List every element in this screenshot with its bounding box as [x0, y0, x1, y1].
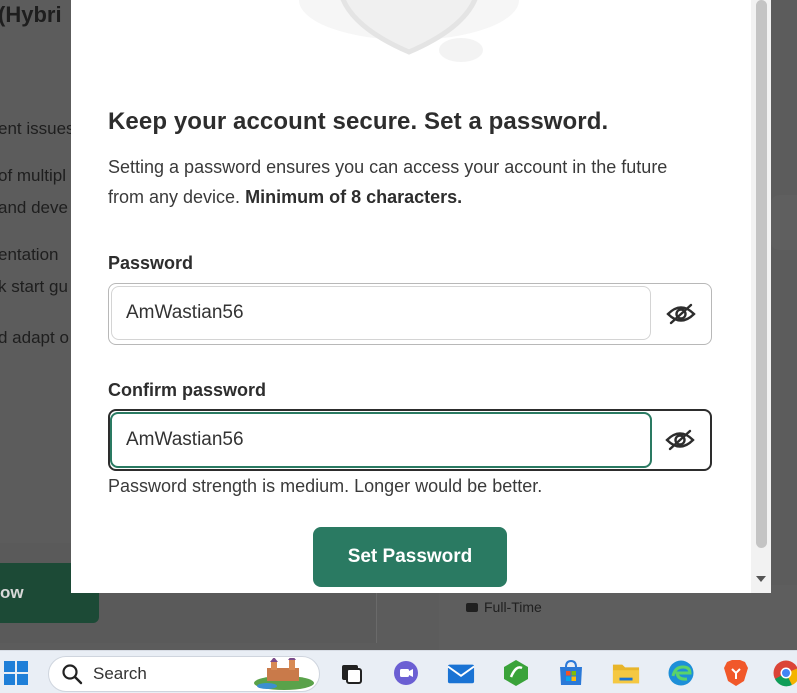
scrollbar-thumb[interactable] — [756, 0, 767, 548]
edge-icon[interactable] — [667, 659, 695, 687]
confirm-password-field-group — [108, 409, 712, 471]
modal-heading: Keep your account secure. Set a password… — [108, 108, 608, 136]
background-text-line: k start gu — [0, 277, 68, 297]
store-icon[interactable] — [557, 659, 585, 687]
background-card — [439, 585, 797, 650]
set-password-button[interactable]: Set Password — [313, 527, 507, 587]
background-apply-label: ow — [0, 583, 24, 603]
background-side-panel — [771, 195, 797, 250]
password-field-group — [108, 283, 712, 345]
shield-illustration-icon — [299, 0, 519, 70]
job-type-label: Full-Time — [484, 599, 542, 615]
eye-off-icon — [666, 302, 696, 326]
windows-start-icon[interactable] — [2, 659, 30, 687]
file-explorer-icon[interactable] — [612, 659, 640, 687]
background-text-line: entation — [0, 245, 59, 265]
background-job-title: (Hybri — [0, 2, 62, 28]
background-text-line: ent issues — [0, 119, 75, 139]
password-visibility-toggle[interactable] — [651, 284, 711, 344]
taskbar-search-box[interactable]: Search — [48, 656, 320, 692]
castle-widget-icon — [253, 658, 315, 690]
background-text-line: and deve — [0, 198, 68, 218]
search-icon — [61, 663, 83, 685]
modal-description: Setting a password ensures you can acces… — [108, 152, 698, 212]
teams-icon[interactable] — [392, 659, 420, 687]
dev-app-icon[interactable] — [502, 659, 530, 687]
password-strength-hint: Password strength is medium. Longer woul… — [108, 476, 542, 497]
description-requirement: Minimum of 8 characters. — [245, 187, 462, 207]
confirm-password-visibility-toggle[interactable] — [650, 411, 710, 469]
set-password-modal: Keep your account secure. Set a password… — [71, 0, 771, 593]
brave-icon[interactable] — [722, 659, 750, 687]
background-text-line: d adapt o — [0, 328, 69, 348]
eye-off-icon — [665, 428, 695, 452]
background-text-line: of multipl — [0, 166, 66, 186]
scroll-down-arrow-icon[interactable] — [756, 576, 766, 582]
confirm-password-label: Confirm password — [108, 380, 266, 401]
task-view-icon[interactable] — [337, 659, 365, 687]
taskbar: Search — [0, 650, 797, 693]
password-input[interactable] — [111, 286, 651, 340]
background-job-type: Full-Time — [466, 599, 542, 615]
taskbar-search-label: Search — [93, 664, 147, 684]
briefcase-icon — [466, 603, 478, 612]
modal-scrollbar[interactable] — [751, 0, 771, 593]
password-label: Password — [108, 253, 193, 274]
chrome-icon[interactable] — [772, 659, 797, 687]
mail-icon[interactable] — [447, 659, 475, 687]
confirm-password-input[interactable] — [110, 412, 652, 468]
